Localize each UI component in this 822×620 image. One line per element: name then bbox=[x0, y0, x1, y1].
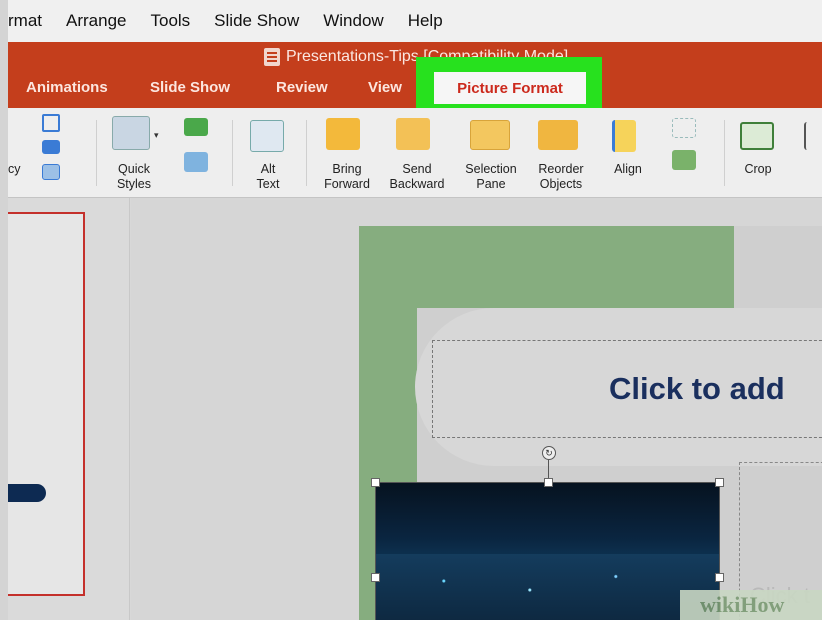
slide-thumbnails-panel bbox=[8, 198, 130, 620]
app-window: rmat Arrange Tools Slide Show Window Hel… bbox=[8, 0, 822, 620]
picture-border-icon[interactable] bbox=[184, 118, 208, 136]
slide[interactable]: Click to add Click t ↻ bbox=[359, 226, 822, 620]
send-backward-icon[interactable] bbox=[396, 118, 430, 150]
menu-slide-show[interactable]: Slide Show bbox=[214, 11, 299, 31]
thumbnail-shape bbox=[8, 484, 46, 502]
change-picture-icon[interactable] bbox=[42, 140, 60, 154]
city-image bbox=[375, 554, 719, 620]
crop-label[interactable]: Crop bbox=[738, 162, 778, 177]
title-placeholder-text: Click to add bbox=[609, 371, 785, 406]
rotate-icon[interactable] bbox=[672, 150, 696, 170]
tab-picture-format[interactable]: Picture Format bbox=[434, 72, 586, 104]
wikihow-watermark: wikiHow bbox=[680, 590, 822, 620]
size-icon[interactable] bbox=[804, 122, 818, 150]
title-placeholder[interactable]: Click to add bbox=[432, 340, 822, 438]
menu-format[interactable]: rmat bbox=[8, 11, 42, 31]
selected-picture[interactable] bbox=[375, 482, 719, 620]
crop-icon[interactable] bbox=[740, 122, 774, 150]
compress-icon[interactable] bbox=[42, 114, 60, 132]
bring-forward-label[interactable]: Bring Forward bbox=[320, 162, 374, 192]
alt-text-icon[interactable] bbox=[250, 120, 284, 152]
menu-arrange[interactable]: Arrange bbox=[66, 11, 126, 31]
rotate-handle-icon[interactable]: ↻ bbox=[542, 446, 556, 460]
document-icon bbox=[264, 48, 280, 66]
resize-handle-left[interactable] bbox=[371, 573, 380, 582]
ribbon: cy ▾ Quick Styles Alt Text Bring Forward Se… bbox=[8, 108, 822, 198]
transparency-label[interactable]: cy bbox=[8, 162, 21, 177]
reorder-objects-icon[interactable] bbox=[538, 120, 578, 150]
slide-editor: Click to add Click t ↻ bbox=[131, 198, 822, 620]
reset-picture-icon[interactable] bbox=[42, 164, 60, 180]
tab-slide-show[interactable]: Slide Show bbox=[150, 79, 230, 96]
resize-handle-right[interactable] bbox=[715, 573, 724, 582]
tab-animations[interactable]: Animations bbox=[26, 79, 108, 96]
title-and-tab-bar: Presentations-Tips [Compatibility Mode] … bbox=[8, 42, 822, 108]
tab-view[interactable]: View bbox=[368, 79, 402, 96]
quick-styles-label[interactable]: Quick Styles bbox=[112, 162, 156, 192]
picture-effects-icon[interactable] bbox=[184, 152, 208, 172]
resize-handle-top-right[interactable] bbox=[715, 478, 724, 487]
quick-styles-icon[interactable] bbox=[112, 116, 150, 150]
tab-review[interactable]: Review bbox=[276, 79, 328, 96]
resize-handle-top[interactable] bbox=[544, 478, 553, 487]
menu-help[interactable]: Help bbox=[408, 11, 443, 31]
reorder-objects-label[interactable]: Reorder Objects bbox=[530, 162, 592, 192]
alt-text-label[interactable]: Alt Text bbox=[248, 162, 288, 192]
align-icon[interactable] bbox=[612, 120, 636, 152]
slide-thumbnail[interactable] bbox=[8, 212, 85, 596]
bring-forward-icon[interactable] bbox=[326, 118, 360, 150]
resize-handle-top-left[interactable] bbox=[371, 478, 380, 487]
menu-tools[interactable]: Tools bbox=[150, 11, 190, 31]
align-label[interactable]: Align bbox=[606, 162, 650, 177]
menu-window[interactable]: Window bbox=[323, 11, 383, 31]
selection-pane-label[interactable]: Selection Pane bbox=[460, 162, 522, 192]
selection-pane-icon[interactable] bbox=[470, 120, 510, 150]
mac-menu-bar: rmat Arrange Tools Slide Show Window Hel… bbox=[8, 0, 822, 42]
group-icon[interactable] bbox=[672, 118, 696, 138]
send-backward-label[interactable]: Send Backward bbox=[386, 162, 448, 192]
